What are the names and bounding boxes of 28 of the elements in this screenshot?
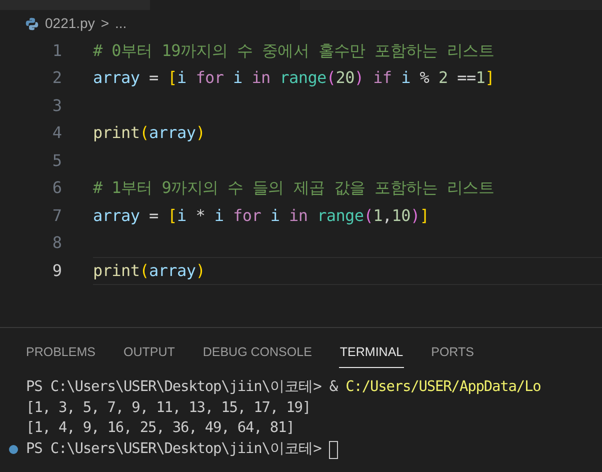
- python-icon: [25, 16, 39, 30]
- line-number: 6: [51, 177, 62, 200]
- breadcrumb-separator: >: [100, 14, 110, 33]
- line-number: 7: [51, 204, 62, 227]
- panel-tab[interactable]: PROBLEMS: [25, 338, 96, 368]
- line-number: 1: [51, 40, 62, 62]
- terminal-line: PS C:\Users\USER\Desktop\jiin\이코테>: [26, 440, 322, 459]
- breadcrumb-file[interactable]: 0221.py: [45, 13, 95, 34]
- line-number: 4: [51, 122, 62, 144]
- code-line: print(array): [93, 260, 206, 282]
- terminal-line: [1, 4, 9, 16, 25, 36, 49, 64, 81]: [26, 419, 294, 438]
- line-number: 8: [51, 232, 62, 254]
- line-number: 2: [51, 67, 62, 90]
- code-line: # 1부터 9까지의 수 들의 제곱 값을 포함하는 리스트: [93, 177, 494, 200]
- panel-tab[interactable]: DEBUG CONSOLE: [202, 338, 313, 368]
- terminal-line: PS C:\Users\USER\Desktop\jiin\이코테> & C:/Users/USER/AppData/Lo: [26, 378, 541, 398]
- code-line: # 0부터 19까지의 수 중에서 홀수만 포함하는 리스트: [93, 40, 494, 62]
- code-line: array = [i for i in range(20) if i % 2 ==1]: [93, 67, 494, 90]
- panel-tab[interactable]: PORTS: [430, 338, 475, 368]
- line-number: 5: [51, 150, 62, 172]
- code-line: array = [i * i for i in range(1,10)]: [93, 204, 430, 227]
- panel-tab[interactable]: TERMINAL: [338, 338, 404, 368]
- terminal-line: [1, 3, 5, 7, 9, 11, 13, 15, 17, 19]: [26, 398, 311, 418]
- panel-tab[interactable]: OUTPUT: [122, 338, 176, 368]
- line-number: 3: [51, 94, 62, 117]
- line-number: 9: [51, 260, 62, 282]
- breadcrumb-more[interactable]: ...: [115, 13, 127, 34]
- code-line: print(array): [93, 122, 206, 144]
